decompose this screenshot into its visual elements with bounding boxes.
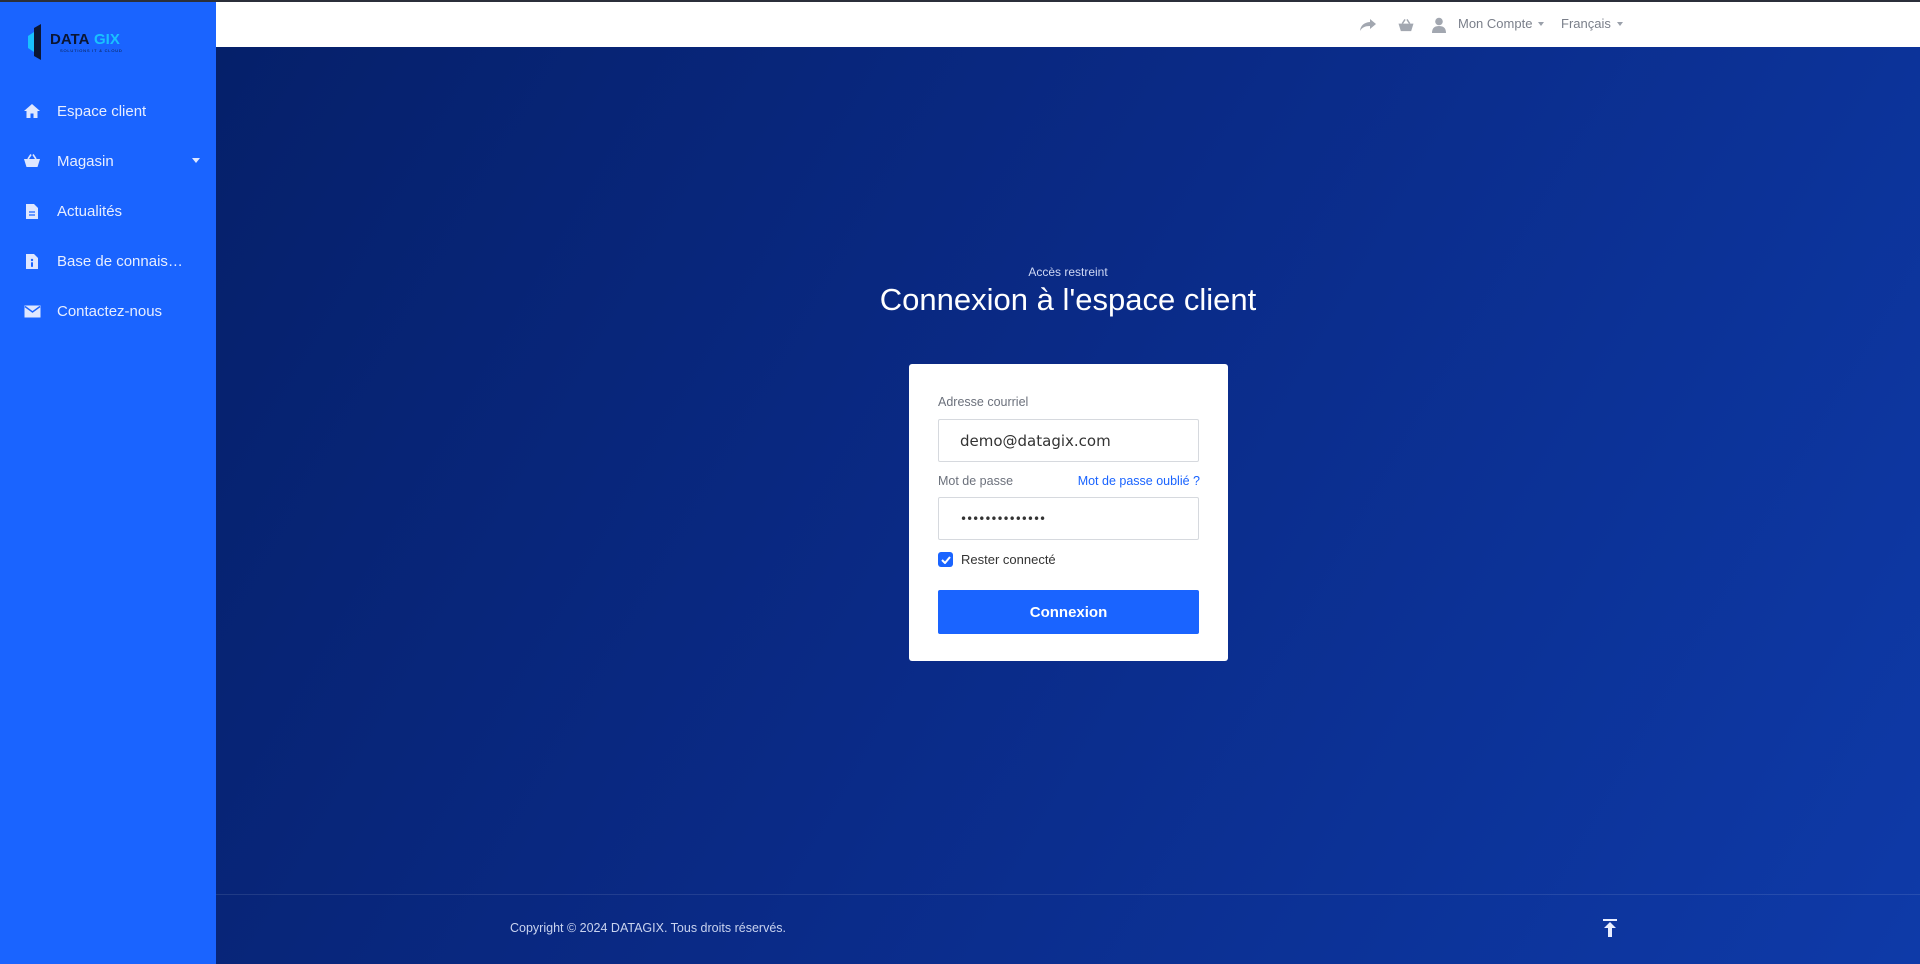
language-label: Français	[1561, 16, 1611, 31]
checkmark-icon	[940, 555, 951, 564]
sidebar-item-label: Actualités	[57, 202, 123, 220]
sidebar-item-espace-client[interactable]: Espace client	[0, 86, 216, 136]
email-value: demo@datagix.com	[960, 431, 1111, 450]
sidebar-nav: Espace client Magasin Actualités Base de…	[0, 86, 216, 336]
remember-label: Rester connecté	[961, 552, 1056, 567]
remember-checkbox[interactable]	[938, 552, 953, 567]
login-button[interactable]: Connexion	[938, 590, 1199, 634]
chevron-down-icon	[1538, 21, 1545, 26]
sidebar-item-contactez-nous[interactable]: Contactez-nous	[0, 286, 216, 336]
sidebar-item-label: Magasin	[57, 152, 114, 170]
remember-me: Rester connecté	[938, 552, 1056, 567]
language-menu[interactable]: Français	[1561, 16, 1623, 31]
account-label: Mon Compte	[1458, 16, 1533, 31]
password-label: Mot de passe	[938, 474, 1014, 488]
window-top-border	[0, 0, 1920, 2]
page-title: Connexion à l'espace client	[879, 282, 1257, 317]
login-card: Adresse courriel demo@datagix.com Mot de…	[909, 364, 1228, 661]
chevron-down-icon	[1616, 21, 1623, 26]
sidebar-item-label: Contactez-nous	[57, 302, 163, 320]
sidebar-item-label: Espace client	[57, 102, 147, 120]
sidebar-item-magasin[interactable]: Magasin	[0, 136, 216, 186]
home-icon	[22, 101, 42, 121]
top-header: Mon Compte Français	[216, 2, 1920, 47]
footer-divider	[216, 894, 1920, 895]
account-menu[interactable]: Mon Compte	[1458, 16, 1545, 31]
info-file-icon	[22, 251, 42, 271]
share-icon[interactable]	[1358, 15, 1378, 35]
sidebar: DATA GIX SOLUTIONS IT & CLOUD Espace cli…	[0, 0, 216, 964]
datagix-logo[interactable]: DATA GIX SOLUTIONS IT & CLOUD	[26, 22, 142, 62]
main-content: Accès restreint Connexion à l'espace cli…	[216, 47, 1920, 964]
svg-text:SOLUTIONS IT & CLOUD: SOLUTIONS IT & CLOUD	[60, 48, 123, 53]
document-icon	[22, 201, 42, 221]
email-label: Adresse courriel	[938, 395, 1029, 409]
footer-copyright: Copyright © 2024 DATAGIX. Tous droits ré…	[510, 921, 786, 935]
sidebar-item-actualites[interactable]: Actualités	[0, 186, 216, 236]
back-to-top-icon[interactable]	[1600, 917, 1620, 939]
password-value: ••••••••••••••	[960, 511, 1046, 526]
svg-text:DATA: DATA	[50, 31, 90, 48]
forgot-password-link[interactable]: Mot de passe oublié ?	[1078, 474, 1200, 488]
basket-icon[interactable]	[1396, 15, 1416, 35]
email-field[interactable]: demo@datagix.com	[938, 419, 1199, 462]
basket-icon	[22, 151, 42, 171]
user-icon	[1429, 15, 1449, 35]
sidebar-item-label: Base de connaissances	[57, 252, 187, 270]
svg-text:GIX: GIX	[94, 31, 120, 48]
chevron-down-icon	[192, 158, 200, 163]
password-field[interactable]: ••••••••••••••	[938, 497, 1199, 540]
sidebar-item-base-de-connaissances[interactable]: Base de connaissances	[0, 236, 216, 286]
envelope-icon	[22, 301, 42, 321]
page-kicker: Accès restreint	[1028, 265, 1108, 279]
